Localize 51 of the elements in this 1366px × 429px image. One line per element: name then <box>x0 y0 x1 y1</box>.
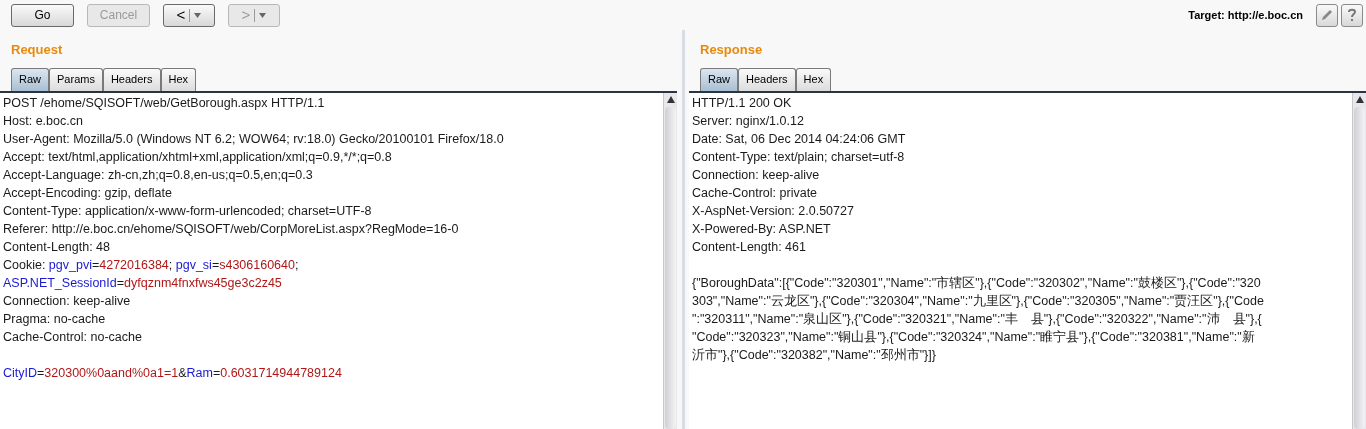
help-button[interactable] <box>1341 3 1363 27</box>
panel-title: Request <box>10 41 64 59</box>
text-line: 303","Name":"云龙区"},{"Code":"320304","Name":"九里区"},{"Code":"320305","Name":"贾汪区"},{"Code <box>692 292 1265 310</box>
text-line: HTTP/1.1 200 OK <box>692 94 793 112</box>
tab[interactable]: Raw <box>700 67 738 91</box>
text-line: POST /ehome/SQISOFT/web/GetBorough.aspx HTTP/1.1 <box>3 94 326 112</box>
text-line: Content-Type: text/plain; charset=utf-8 <box>692 148 906 166</box>
text-line: Cookie: pgv_pvi=4272016384; pgv_si=s4306160640; <box>3 256 300 274</box>
tab[interactable]: Raw <box>11 67 49 91</box>
text-line: Date: Sat, 06 Dec 2014 04:24:06 GMT <box>692 130 907 148</box>
target-label: Target: http://e.boc.cn <box>1188 7 1303 23</box>
go-button[interactable]: Go <box>11 3 74 27</box>
caret-icon <box>259 12 267 18</box>
text-line: User-Agent: Mozilla/5.0 (Windows NT 6.2; WOW64; rv:18.0) Gecko/20100101 Firefox/18.0 <box>3 130 505 148</box>
back-button[interactable]: < <box>163 3 215 27</box>
text-line: Connection: keep-alive <box>692 166 821 184</box>
scroll-up-icon <box>666 96 675 103</box>
text-line: Accept-Encoding: gzip, deflate <box>3 184 173 202</box>
text-line: {"BoroughData":[{"Code":"320301","Name":"市辖区"},{"Code":"320302","Name":"鼓楼区"},{"Code":"320 <box>692 274 1262 292</box>
caret-icon <box>194 12 202 18</box>
text-line: "Code":"320323","Name":"铜山县"},{"Code":"320324","Name":"睢宁县"},{"Code":"320381","Name":"新 <box>692 328 1256 346</box>
text-line: Referer: http://e.boc.cn/ehome/SQISOFT/web/CorpMoreList.aspx?RegMode=16-0 <box>3 220 460 238</box>
scroll-up-icon <box>1355 96 1364 103</box>
tab[interactable]: Hex <box>795 67 832 91</box>
text-line: Connection: keep-alive <box>3 292 132 310</box>
panel-title: Response <box>699 41 764 59</box>
tab[interactable]: Headers <box>102 67 161 91</box>
text-line: 沂市"},{"Code":"320382","Name":"邳州市"}]} <box>692 346 937 364</box>
text-line: X-AspNet-Version: 2.0.50727 <box>692 202 855 220</box>
text-line: Content-Length: 461 <box>692 238 807 256</box>
edit-button[interactable] <box>1316 3 1338 27</box>
scrollbar[interactable] <box>1352 92 1366 429</box>
text-line: Accept-Language: zh-cn,zh;q=0.8,en-us;q=0.5,en;q=0.3 <box>3 166 314 184</box>
tab[interactable]: Headers <box>738 67 796 91</box>
text-line: X-Powered-By: ASP.NET <box>692 220 832 238</box>
scrollbar[interactable] <box>663 92 677 429</box>
text-line: Content-Length: 48 <box>3 238 112 256</box>
text-line: Cache-Control: private <box>692 184 819 202</box>
text-line: Host: e.boc.cn <box>3 112 84 130</box>
text-line: Server: nginx/1.0.12 <box>692 112 805 130</box>
text-line: Accept: text/html,application/xhtml+xml,application/xml;q=0.9,*/*;q=0.8 <box>3 148 393 166</box>
text-line: ASP.NET_SessionId=dyfqznm4fnxfws45ge3c2z45 <box>3 274 283 292</box>
tab[interactable]: Hex <box>160 67 197 91</box>
text-line: Cache-Control: no-cache <box>3 328 143 346</box>
tab[interactable]: Params <box>49 67 103 91</box>
question-mark-icon <box>1347 8 1357 22</box>
text-line: Pragma: no-cache <box>3 310 107 328</box>
text-line: ":"320311","Name":"泉山区"},{"Code":"320321","Name":"丰 县"},{"Code":"320322","Name":"沛 县"},{ <box>692 310 1263 328</box>
text-line: Content-Type: application/x-www-form-urlencoded; charset=UTF-8 <box>3 202 373 220</box>
text-line: CityID=320300%0aand%0a1=1&Ram=0.6031714944789124 <box>3 364 343 382</box>
pencil-icon <box>1320 8 1334 22</box>
